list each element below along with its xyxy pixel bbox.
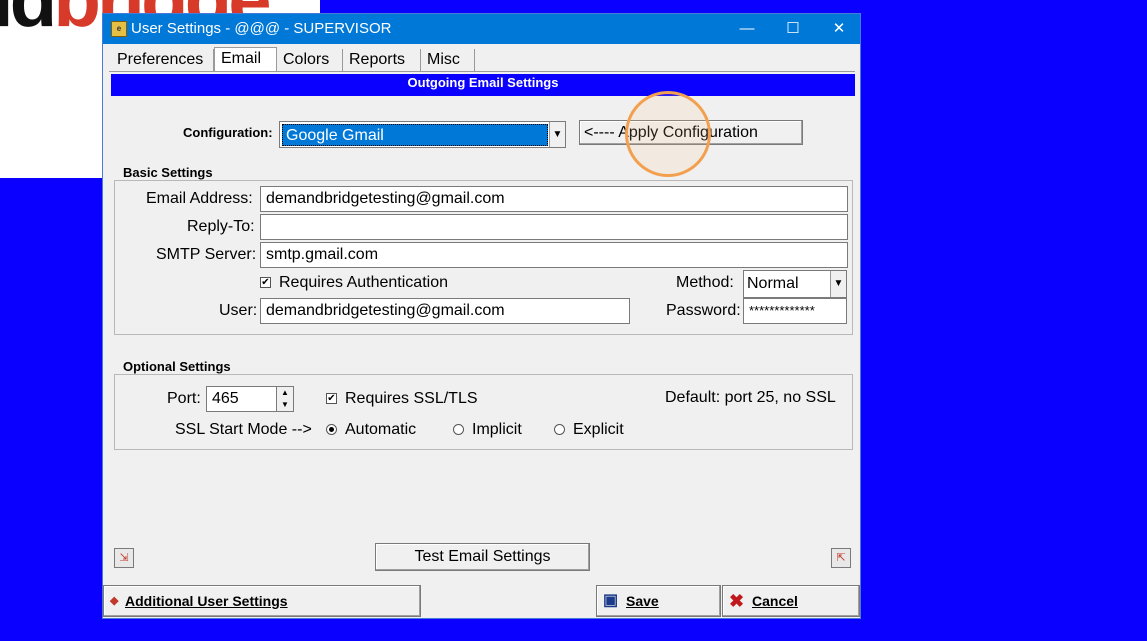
test-email-settings-button[interactable]: Test Email Settings [375,543,590,571]
floppy-disk-icon: ▣ [603,592,619,609]
smtp-server-input[interactable]: smtp.gmail.com [260,242,848,268]
default-port-note: Default: port 25, no SSL [665,389,836,406]
save-button[interactable]: ▣ Save [596,585,721,617]
maximize-button[interactable]: ☐ [770,14,816,44]
email-address-label: Email Address: [146,190,253,207]
radio-automatic-label: Automatic [345,421,417,438]
password-label: Password: [666,302,741,319]
smtp-server-label: SMTP Server: [156,246,257,263]
ssl-start-mode-label: SSL Start Mode --> [175,421,312,438]
configuration-dropdown[interactable]: Google Gmail ▼ [279,121,566,148]
minimize-button[interactable]: — [724,14,770,44]
save-label: Save [626,593,659,609]
password-input[interactable]: ************* [743,298,847,324]
user-settings-window: e User Settings - @@@ - SUPERVISOR — ☐ ✕… [102,13,861,619]
radio-implicit-label: Implicit [472,421,522,438]
optional-settings-title: Optional Settings [121,359,233,374]
tab-colors[interactable]: Colors [277,49,343,71]
cancel-label: Cancel [752,593,798,609]
diamond-icon: ◆ [110,595,119,607]
radio-explicit[interactable] [554,424,565,435]
tab-misc[interactable]: Misc [421,49,475,71]
configuration-label: Configuration: [183,125,273,140]
configuration-selected: Google Gmail [282,124,548,146]
user-input[interactable]: demandbridgetesting@gmail.com [260,298,630,324]
email-address-input[interactable]: demandbridgetesting@gmail.com [260,186,848,212]
export-icon[interactable]: ⇱ [831,548,851,568]
tab-preferences[interactable]: Preferences [111,49,214,71]
close-button[interactable]: ✕ [816,14,862,44]
requires-authentication-checkbox[interactable]: ✔ [260,277,271,288]
reply-to-label: Reply-To: [187,218,255,235]
requires-ssl-label: Requires SSL/TLS [345,390,478,407]
basic-settings-title: Basic Settings [121,165,215,180]
user-label: User: [219,302,258,319]
radio-explicit-label: Explicit [573,421,624,438]
radio-automatic[interactable] [326,424,337,435]
tab-email[interactable]: Email [214,47,277,72]
click-highlight-circle [625,91,711,177]
section-banner: Outgoing Email Settings [111,74,855,96]
method-label: Method: [676,274,734,291]
title-bar[interactable]: e User Settings - @@@ - SUPERVISOR — ☐ ✕ [103,14,860,44]
radio-selected-dot [329,427,334,432]
chevron-down-icon: ▼ [830,271,846,297]
method-dropdown[interactable]: Normal ▼ [743,270,847,298]
port-label: Port: [167,390,201,407]
method-selected: Normal [747,275,799,292]
import-icon[interactable]: ⇲ [114,548,134,568]
close-icon: ✖ [729,591,745,611]
port-stepper[interactable]: ▲ ▼ [276,386,294,412]
app-icon: e [111,21,127,37]
tab-reports[interactable]: Reports [343,49,421,71]
cancel-button[interactable]: ✖ Cancel [722,585,860,617]
radio-implicit[interactable] [453,424,464,435]
chevron-down-icon: ▼ [549,122,565,147]
requires-authentication-label: Requires Authentication [279,274,448,291]
window-title: User Settings - @@@ - SUPERVISOR [131,20,392,37]
reply-to-input[interactable] [260,214,848,240]
requires-ssl-checkbox[interactable]: ✔ [326,393,337,404]
additional-user-settings-label: Additional User Settings [125,593,288,609]
additional-user-settings-button[interactable]: ◆ Additional User Settings [103,585,421,617]
tab-strip-divider [109,71,855,72]
